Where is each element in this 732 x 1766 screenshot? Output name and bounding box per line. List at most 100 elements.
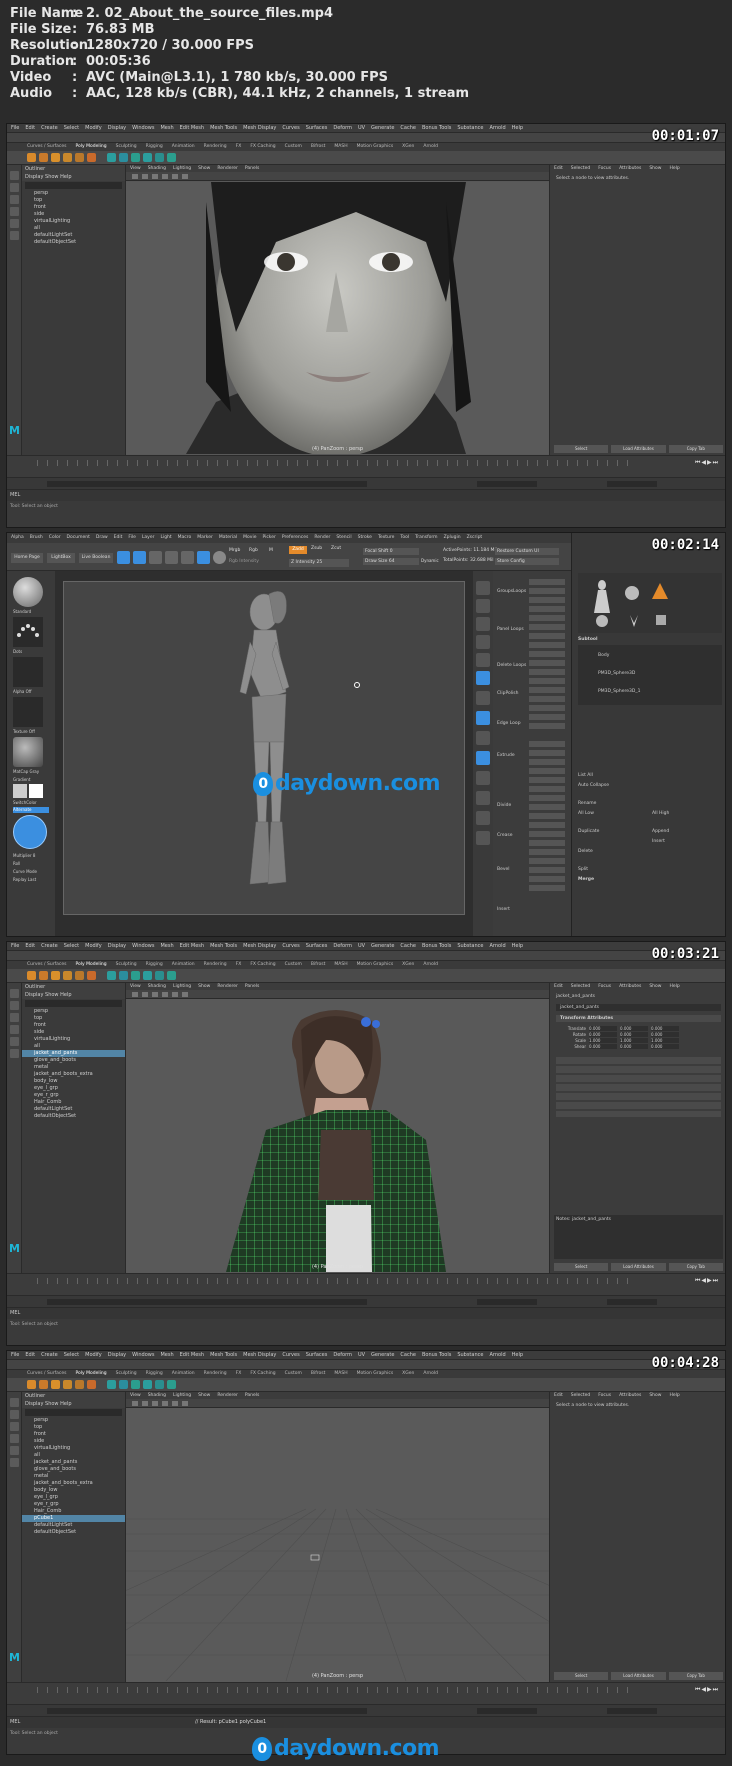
menu-edit-mesh[interactable]: Edit Mesh [180,1352,204,1358]
menu-cache[interactable]: Cache [400,1352,416,1358]
zb-menu[interactable]: Movie [243,535,256,540]
outliner-item[interactable]: glove_and_boots [22,1466,125,1473]
view-menu[interactable]: View [130,1393,141,1398]
menu-bonus-tools[interactable]: Bonus Tools [422,1352,451,1358]
maya-command-line[interactable]: MEL [7,489,725,501]
menu-file[interactable]: File [11,125,19,131]
maya-range-slider[interactable] [7,1704,725,1716]
outliner-menus[interactable]: Display Show Help [22,1400,125,1408]
attr-tab[interactable]: Focus [598,984,611,989]
menu-curves[interactable]: Curves [282,125,299,131]
brush-standard-icon[interactable] [13,577,43,607]
view-menu[interactable]: Lighting [173,1393,191,1398]
plane-icon[interactable] [75,153,84,162]
cone-icon[interactable] [63,1380,72,1389]
copy-tab-button[interactable]: Copy Tab [668,445,723,453]
view-menu[interactable]: Panels [245,166,259,171]
outliner-item[interactable]: eye_l_grp [22,1085,125,1092]
zb-menu[interactable]: Tool [400,535,409,540]
draw-size-slider[interactable]: Draw Size 64 [363,558,419,565]
menu-generate[interactable]: Generate [371,125,394,131]
select-button[interactable]: Select [554,1263,609,1271]
outliner-item[interactable]: virtualLighting [22,218,125,225]
outliner-item[interactable]: side [22,1029,125,1036]
lightbox-button[interactable]: LightBox [47,553,75,563]
wireframe-icon[interactable] [152,992,158,997]
menu-uv[interactable]: UV [358,1352,365,1358]
zb-menu[interactable]: Picker [262,535,275,540]
select-button[interactable]: Select [554,445,609,453]
view-menu[interactable]: Lighting [173,984,191,989]
panel-label[interactable]: Panel Loops [497,627,524,632]
attr-tab[interactable]: Help [669,1393,679,1398]
attr-tab[interactable]: Show [649,1393,661,1398]
zb-menu[interactable]: File [128,535,136,540]
shelf-tab[interactable]: FX [236,1371,242,1376]
menu-help[interactable]: Help [512,1352,523,1358]
zb-menu[interactable]: Brush [30,535,43,540]
attr-tab[interactable]: Edit [554,1393,563,1398]
shelf-tab[interactable]: MASH [334,144,347,149]
range-bar[interactable] [47,481,367,487]
subtool-item[interactable]: PM3D_Sphere3D [598,671,635,676]
view-menu[interactable]: Shading [148,166,166,171]
copy-tab-button[interactable]: Copy Tab [668,1263,723,1271]
fps-field[interactable] [607,481,657,487]
cube-icon[interactable] [39,153,48,162]
menu-deform[interactable]: Deform [333,943,352,949]
outliner-item[interactable]: virtualLighting [22,1036,125,1043]
panel-label[interactable]: Bevel [497,867,510,872]
texture-icon[interactable] [13,697,43,727]
panel-sliders[interactable] [529,741,565,891]
separate-icon[interactable] [119,971,128,980]
insert-button[interactable]: Insert [652,839,665,844]
menu-curves[interactable]: Curves [282,1352,299,1358]
menu-mesh-display[interactable]: Mesh Display [243,1352,276,1358]
texture-icon[interactable] [172,992,178,997]
bridge-icon[interactable] [143,971,152,980]
shaded-icon[interactable] [162,1401,168,1406]
menu-substance[interactable]: Substance [457,1352,483,1358]
stroke-dots-icon[interactable] [13,617,43,647]
zsub-button[interactable]: Zsub [311,546,322,551]
menu-mesh-display[interactable]: Mesh Display [243,125,276,131]
extrude-icon[interactable] [155,153,164,162]
move-view-icon[interactable] [476,791,490,805]
rotate-tool-icon[interactable] [10,1446,19,1455]
scale-tool-icon[interactable] [10,1049,19,1058]
shelf-tab[interactable]: Custom [285,962,302,967]
shelf-tab[interactable]: Curves / Surfaces [27,1371,67,1376]
restore-custom-ui-button[interactable]: Restore Custom UI [495,548,559,555]
outliner-item[interactable]: metal [22,1064,125,1071]
menu-mesh-tools[interactable]: Mesh Tools [210,943,237,949]
shelf-tab[interactable]: FX Caching [250,144,275,149]
view-menu[interactable]: View [130,166,141,171]
attr-tab[interactable]: Focus [598,1393,611,1398]
texture-icon[interactable] [172,1401,178,1406]
smooth-icon[interactable] [131,1380,140,1389]
zb-menu[interactable]: Material [219,535,237,540]
subtool-item[interactable]: PM3D_Sphere3D_1 [598,689,640,694]
menu-create[interactable]: Create [41,1352,58,1358]
playback-controls-icon[interactable]: ⏮◀▶⏭ [695,459,719,467]
combine-icon[interactable] [107,1380,116,1389]
torus-icon[interactable] [87,971,96,980]
attr-tab[interactable]: Attributes [619,984,641,989]
cylinder-icon[interactable] [51,971,60,980]
z-intensity-slider[interactable]: Z Intensity 25 [289,559,349,567]
all-low-button[interactable]: All Low [578,811,594,816]
zbrush-document[interactable] [63,581,465,915]
maya-viewport[interactable]: View Shading Lighting Show Renderer Panels [126,165,549,455]
lasso-tool-icon[interactable] [10,1001,19,1010]
tool-thumbnails[interactable] [578,573,722,633]
zb-menu[interactable]: Render [314,535,330,540]
attr-tab[interactable]: Show [649,166,661,171]
outliner-menus[interactable]: Display Show Help [22,991,125,999]
panel-label[interactable]: Edge Loop [497,721,521,726]
menu-help[interactable]: Help [512,943,523,949]
material-sphere-icon[interactable] [213,551,226,564]
menu-substance[interactable]: Substance [457,125,483,131]
lsym-icon[interactable] [476,731,490,745]
move-tool-icon[interactable] [10,207,19,216]
menu-select[interactable]: Select [64,125,79,131]
